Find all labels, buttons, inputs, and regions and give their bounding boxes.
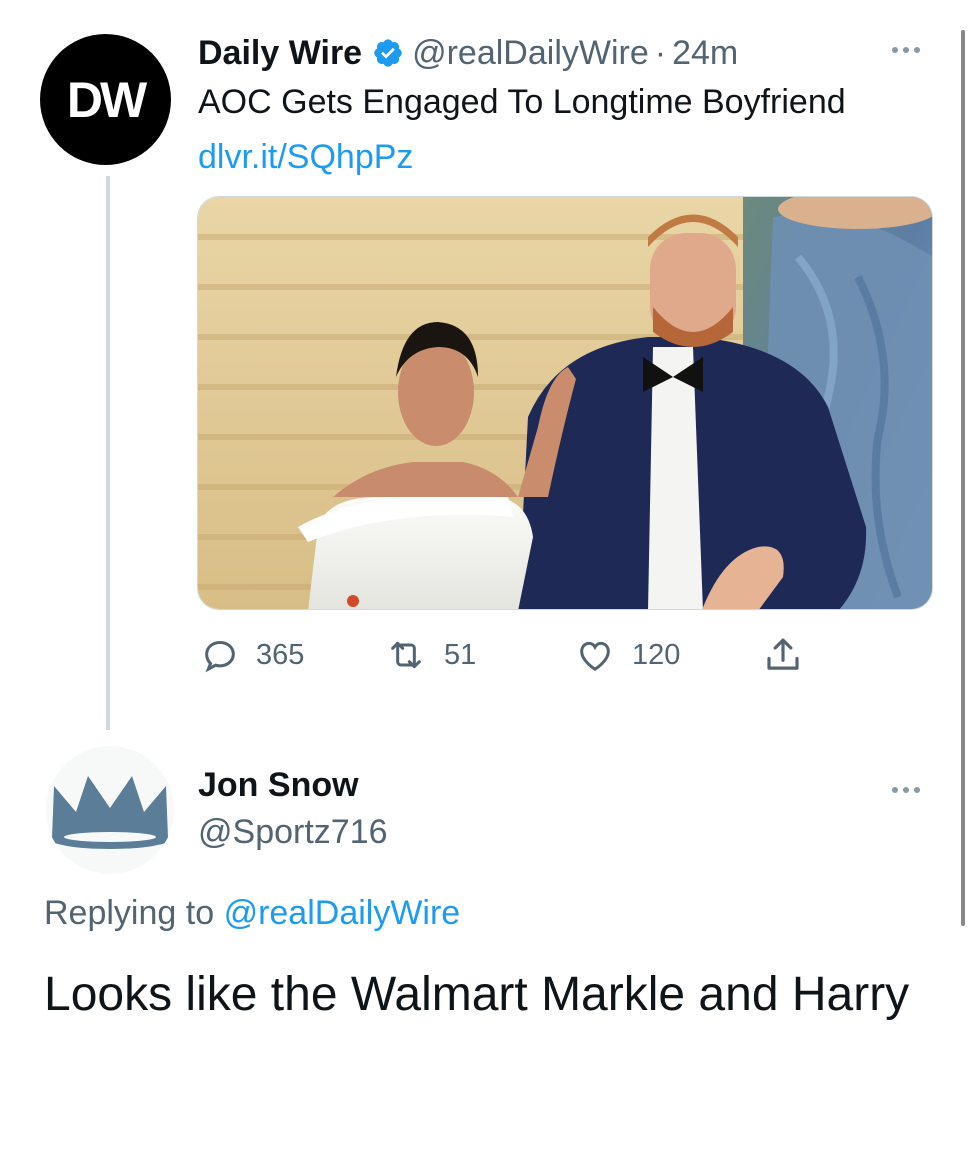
- tweet-header: Daily Wire @realDailyWire · 24m: [198, 30, 738, 76]
- verified-badge-icon: [374, 39, 402, 67]
- reply-author-name[interactable]: Jon Snow: [198, 766, 359, 805]
- retweet-count: 51: [444, 638, 477, 671]
- retweet-action[interactable]: 51: [384, 632, 476, 678]
- tweet-photo[interactable]: [197, 196, 933, 610]
- reply-count: 365: [256, 638, 305, 671]
- reply-more-options-icon[interactable]: [892, 784, 932, 796]
- tweet-text: AOC Gets Engaged To Longtime Boyfriend: [198, 83, 846, 121]
- share-icon: [767, 638, 799, 670]
- author-display-name[interactable]: Daily Wire: [198, 34, 362, 73]
- like-action[interactable]: 120: [574, 632, 680, 678]
- author-handle[interactable]: @realDailyWire: [412, 34, 649, 73]
- replying-to-handle-link[interactable]: @realDailyWire: [224, 894, 461, 932]
- share-action[interactable]: [762, 632, 820, 678]
- jon-snow-avatar[interactable]: [46, 746, 174, 874]
- crown-icon: [50, 776, 170, 849]
- more-options-icon[interactable]: [892, 44, 932, 56]
- heart-icon: [580, 641, 610, 671]
- tweet-link[interactable]: dlvr.it/SQhpPz: [198, 135, 413, 179]
- replying-to-line: Replying to @realDailyWire: [44, 894, 460, 933]
- tweet-actions: 365 51 120: [0, 632, 975, 678]
- header-separator: ·: [654, 33, 667, 72]
- retweet-icon: [391, 641, 421, 669]
- reply-author-handle[interactable]: @Sportz716: [198, 813, 388, 852]
- avatar-logo-text: DW: [66, 71, 147, 128]
- photo-image: [198, 197, 932, 609]
- reply-action[interactable]: 365: [200, 632, 304, 678]
- reply-text: Looks like the Walmart Markle and Harry: [44, 968, 910, 1021]
- scrollbar[interactable]: [961, 30, 965, 926]
- daily-wire-avatar[interactable]: DW: [40, 34, 171, 165]
- tweet-timestamp[interactable]: 24m: [672, 34, 738, 73]
- reply-icon: [205, 640, 235, 673]
- like-count: 120: [632, 638, 681, 671]
- replying-prefix: Replying to: [44, 894, 215, 932]
